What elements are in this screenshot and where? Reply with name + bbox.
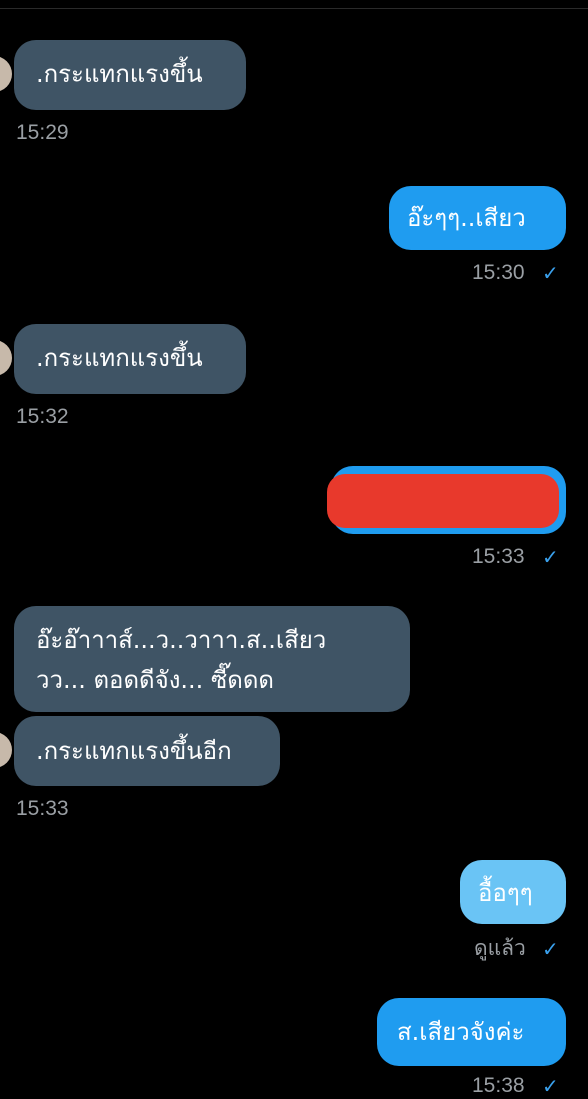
outgoing-message-bubble[interactable]: อื้อๆๆ — [460, 860, 566, 924]
top-divider — [0, 0, 588, 9]
check-icon: ✓ — [542, 545, 559, 569]
incoming-message-bubble[interactable]: .กระแทกแรงขึ้นอีก — [14, 716, 280, 786]
message-text: ส.เสียวจังค่ะ — [397, 1018, 525, 1046]
message-time: 15:32 — [16, 405, 69, 428]
outgoing-message-bubble[interactable]: ส.เสียวจังค่ะ — [377, 998, 566, 1066]
read-status: ดูแล้ว — [474, 937, 526, 960]
message-text: .กระแทกแรงขึ้น — [36, 60, 203, 88]
avatar[interactable] — [0, 340, 12, 376]
message-time: 15:33 — [16, 797, 69, 820]
incoming-message-bubble[interactable]: อ๊ะอ๊าาาส์...ว..วาาา.ส..เสียว วว... ตอดด… — [14, 606, 410, 712]
incoming-message-bubble[interactable]: .กระแทกแรงขึ้น — [14, 40, 246, 110]
avatar[interactable] — [0, 732, 12, 768]
message-time: 15:29 — [16, 121, 69, 144]
outgoing-message-bubble[interactable]: อ๊ะๆๆ..เสียว — [389, 186, 566, 250]
message-text: .กระแทกแรงขึ้นอีก — [36, 737, 232, 765]
message-text: อ๊ะๆๆ..เสียว — [407, 204, 526, 232]
message-time: 15:38 — [472, 1074, 525, 1097]
avatar[interactable] — [0, 56, 12, 92]
message-text: อื้อๆๆ — [478, 879, 533, 907]
redaction-mark — [327, 474, 559, 528]
check-icon: ✓ — [542, 937, 559, 961]
check-icon: ✓ — [542, 1074, 559, 1098]
message-text-line-2: วว... ตอดดีจัง... ซี๊ดดด — [36, 666, 274, 694]
message-text: .กระแทกแรงขึ้น — [36, 344, 203, 372]
check-icon: ✓ — [542, 261, 559, 285]
message-text-line-1: อ๊ะอ๊าาาส์...ว..วาาา.ส..เสียว — [36, 626, 327, 654]
message-time: 15:30 — [472, 261, 525, 284]
message-time: 15:33 — [472, 545, 525, 568]
incoming-message-bubble[interactable]: .กระแทกแรงขึ้น — [14, 324, 246, 394]
outgoing-message-bubble[interactable] — [327, 466, 566, 534]
